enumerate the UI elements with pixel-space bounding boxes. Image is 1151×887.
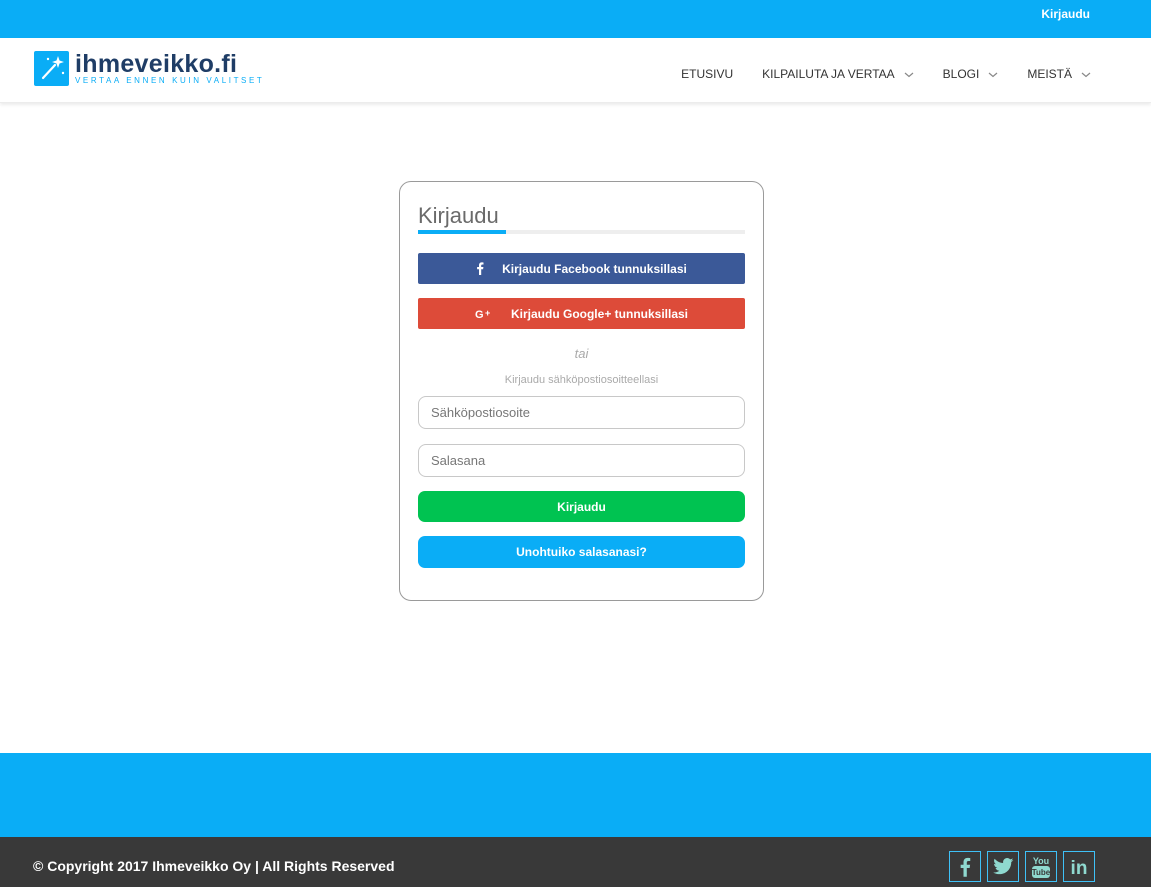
nav-item-blogi[interactable]: BLOGI bbox=[943, 67, 999, 81]
svg-text:+: + bbox=[485, 308, 490, 318]
svg-text:G: G bbox=[475, 309, 484, 319]
login-button-label: Kirjaudu bbox=[557, 499, 606, 514]
google-login-label: Kirjaudu Google+ tunnuksillasi bbox=[510, 306, 689, 321]
youtube-icon[interactable]: You Tube bbox=[1025, 851, 1057, 882]
email-field[interactable] bbox=[418, 396, 745, 429]
nav-item-label: KILPAILUTA JA VERTAA bbox=[762, 67, 895, 81]
login-card: Kirjaudu Kirjaudu Facebook tunnuksillasi… bbox=[399, 181, 764, 601]
facebook-login-label: Kirjaudu Facebook tunnuksillasi bbox=[502, 261, 687, 276]
brand-name: ihmeveikko.fi bbox=[75, 50, 238, 78]
google-plus-icon: G + bbox=[475, 308, 493, 319]
copyright-text: © Copyright 2017 Ihmeveikko Oy | All Rig… bbox=[33, 858, 395, 874]
facebook-icon[interactable] bbox=[949, 851, 981, 882]
nav-item-label: MEISTÄ bbox=[1027, 67, 1072, 81]
login-button[interactable]: Kirjaudu bbox=[418, 491, 745, 522]
password-field[interactable] bbox=[418, 444, 745, 477]
top-bar: Kirjaudu bbox=[0, 0, 1151, 38]
chevron-down-icon bbox=[988, 67, 998, 81]
nav-item-kilpailuta[interactable]: KILPAILUTA JA VERTAA bbox=[762, 67, 914, 81]
svg-text:You: You bbox=[1033, 856, 1049, 866]
main-nav: ETUSIVU KILPAILUTA JA VERTAA BLOGI MEIST… bbox=[681, 67, 1091, 81]
chevron-down-icon bbox=[1081, 67, 1091, 81]
facebook-icon bbox=[476, 262, 484, 275]
forgot-password-label: Unohtuiko salasanasi? bbox=[516, 545, 647, 559]
brand-tagline: VERTAA ENNEN KUIN VALITSET bbox=[75, 76, 265, 85]
or-separator: tai bbox=[574, 346, 589, 361]
top-login-link[interactable]: Kirjaudu bbox=[1041, 7, 1090, 21]
linkedin-icon[interactable]: in bbox=[1063, 851, 1095, 882]
email-login-heading: Kirjaudu sähköpostiosoitteellasi bbox=[504, 374, 659, 386]
chevron-down-icon bbox=[904, 67, 914, 81]
svg-text:in: in bbox=[1071, 858, 1088, 877]
facebook-login-button[interactable]: Kirjaudu Facebook tunnuksillasi bbox=[418, 253, 745, 284]
login-title: Kirjaudu bbox=[418, 203, 499, 228]
site-logo[interactable]: ihmeveikko.fi VERTAA ENNEN KUIN VALITSET bbox=[34, 51, 264, 87]
svg-text:Tube: Tube bbox=[1032, 868, 1051, 877]
title-divider-accent bbox=[418, 230, 506, 234]
forgot-password-button[interactable]: Unohtuiko salasanasi? bbox=[418, 536, 745, 568]
footer-bottom: © Copyright 2017 Ihmeveikko Oy | All Rig… bbox=[0, 837, 1151, 887]
nav-item-etusivu[interactable]: ETUSIVU bbox=[681, 67, 733, 81]
footer-band bbox=[0, 753, 1151, 837]
nav-item-label: BLOGI bbox=[942, 67, 980, 81]
nav-item-label: ETUSIVU bbox=[681, 67, 734, 81]
magic-wand-icon bbox=[34, 51, 69, 86]
site-header: ihmeveikko.fi VERTAA ENNEN KUIN VALITSET… bbox=[0, 38, 1151, 103]
google-login-button[interactable]: G + Kirjaudu Google+ tunnuksillasi bbox=[418, 298, 745, 329]
nav-item-meista[interactable]: MEISTÄ bbox=[1027, 67, 1091, 81]
social-links: You Tube in bbox=[949, 851, 1095, 882]
twitter-icon[interactable] bbox=[987, 851, 1019, 882]
